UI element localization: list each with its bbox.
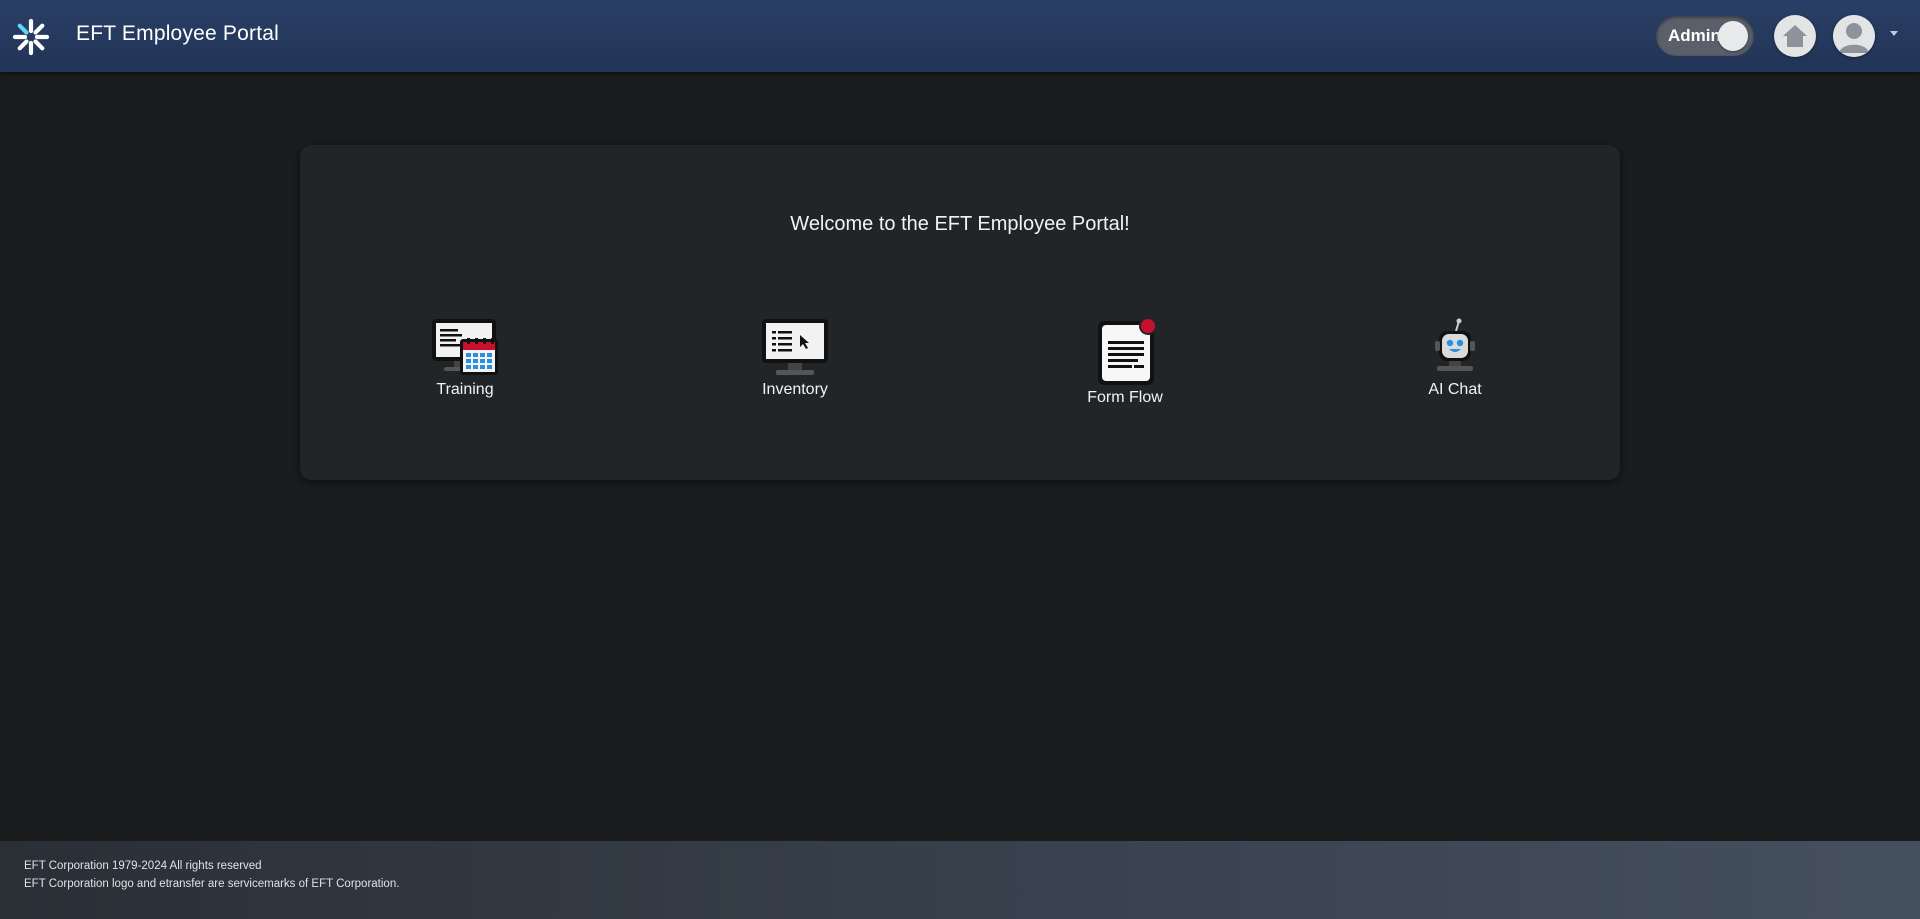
robot-icon [1435,318,1475,371]
footer: EFT Corporation 1979-2024 All rights res… [0,841,1920,919]
tile-training[interactable]: Training [405,317,525,399]
admin-toggle[interactable]: Admin [1656,16,1754,56]
document-notification-icon [1098,317,1157,385]
home-icon [1783,25,1807,47]
tile-label: Training [436,381,494,398]
app-title[interactable]: EFT Employee Portal [76,22,279,46]
footer-servicemarks: EFT Corporation logo and etransfer are s… [24,878,400,890]
admin-toggle-label: Admin [1668,26,1721,45]
snowflake-logo-icon[interactable] [12,18,50,56]
tile-label: AI Chat [1428,381,1482,398]
home-button[interactable] [1774,15,1816,57]
tile-form-flow[interactable]: Form Flow [1065,317,1185,407]
admin-toggle-knob [1718,21,1748,51]
monitor-calendar-icon [432,319,498,375]
tile-ai-chat[interactable]: AI Chat [1395,317,1515,399]
chevron-down-icon[interactable] [1890,31,1898,36]
tile-label: Form Flow [1087,389,1163,406]
monitor-cursor-icon [762,319,828,375]
welcome-heading: Welcome to the EFT Employee Portal! [790,213,1130,235]
top-navbar: EFT Employee Portal Admin [0,0,1920,72]
user-avatar-button[interactable] [1833,15,1875,57]
welcome-card: Welcome to the EFT Employee Portal! Trai… [300,145,1620,480]
user-avatar-icon [1833,15,1875,57]
tile-label: Inventory [762,381,828,398]
tile-inventory[interactable]: Inventory [735,317,855,399]
page: EFT Employee Portal Admin Welcome to the… [0,0,1920,919]
footer-copyright: EFT Corporation 1979-2024 All rights res… [24,860,262,872]
